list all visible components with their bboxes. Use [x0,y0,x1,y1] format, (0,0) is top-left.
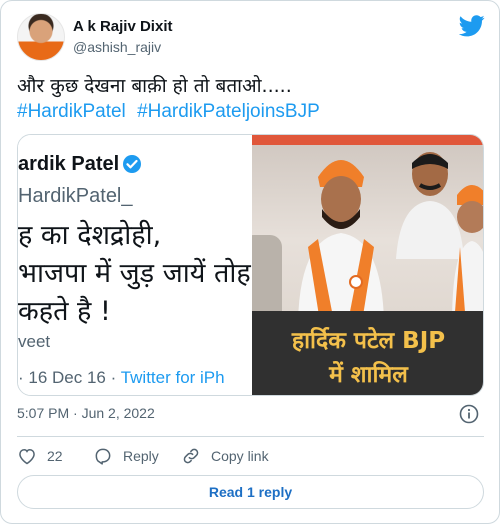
tweet-text: और कुछ देखना बाक़ी हो तो बताओ..... [17,75,292,97]
tweet-header: A k Rajiv Dixit @ashish_rajiv [17,13,487,61]
hashtags: #HardikPatel #HardikPateljoinsBJP [17,99,487,125]
like-button[interactable]: 22 [17,445,63,467]
media-image[interactable]: ardik Patel HardikPatel_ ह का देशद्रोही,… [17,134,484,396]
reply-bubble-icon [95,448,111,465]
embedded-tweet-label: veet [18,332,51,351]
person-figure [252,235,282,325]
embedded-source: Twitter for iPh [120,368,225,387]
reply-button[interactable]: Reply [93,445,159,467]
author-handle[interactable]: @ashish_rajiv [73,39,161,55]
person-figure [452,185,483,325]
photo-caption: हार्दिक पटेल BJP में शामिल [252,311,483,395]
info-icon[interactable] [459,404,479,424]
news-photo: हार्दिक पटेल BJP में शामिल [252,135,483,395]
author-name[interactable]: A k Rajiv Dixit [73,18,172,35]
twitter-bird-icon[interactable] [459,15,485,37]
embedded-date-text: · 16 Dec 16 · [18,368,117,387]
like-count: 22 [47,448,63,464]
hashtag-link[interactable]: #HardikPatel [17,101,126,122]
reply-label: Reply [123,448,159,464]
embedded-name: ardik Patel [18,153,120,175]
embedded-tweet-screenshot: ardik Patel HardikPatel_ ह का देशद्रोही,… [18,135,251,395]
person-figure [298,160,384,322]
embedded-line: भाजपा में जुड़ जायें तोह [18,258,251,289]
avatar[interactable] [17,13,65,61]
link-icon [183,448,199,464]
tweet-timestamp[interactable]: 5:07 PM · Jun 2, 2022 [17,405,155,421]
embedded-line: कहते है ! [18,296,111,327]
embedded-date: · 16 Dec 16 · Twitter for iPh [18,368,225,388]
read-replies-button[interactable]: Read 1 reply [17,475,484,509]
tweet-card: A k Rajiv Dixit @ashish_rajiv और कुछ देख… [0,0,500,524]
caption-line: हार्दिक पटेल BJP [291,328,446,354]
caption-line: में शामिल [329,362,408,388]
embedded-line: ह का देशद्रोही, [18,220,162,251]
verified-badge-icon [123,155,141,173]
embedded-handle: HardikPatel_ [18,185,133,207]
heart-icon [19,448,35,465]
tweet-body: और कुछ देखना बाक़ी हो तो बताओ..... #Hard… [17,73,487,125]
copy-link-button[interactable]: Copy link [181,445,269,467]
divider [17,436,484,437]
hashtag-link[interactable]: #HardikPateljoinsBJP [137,101,320,122]
copy-link-label: Copy link [211,448,269,464]
